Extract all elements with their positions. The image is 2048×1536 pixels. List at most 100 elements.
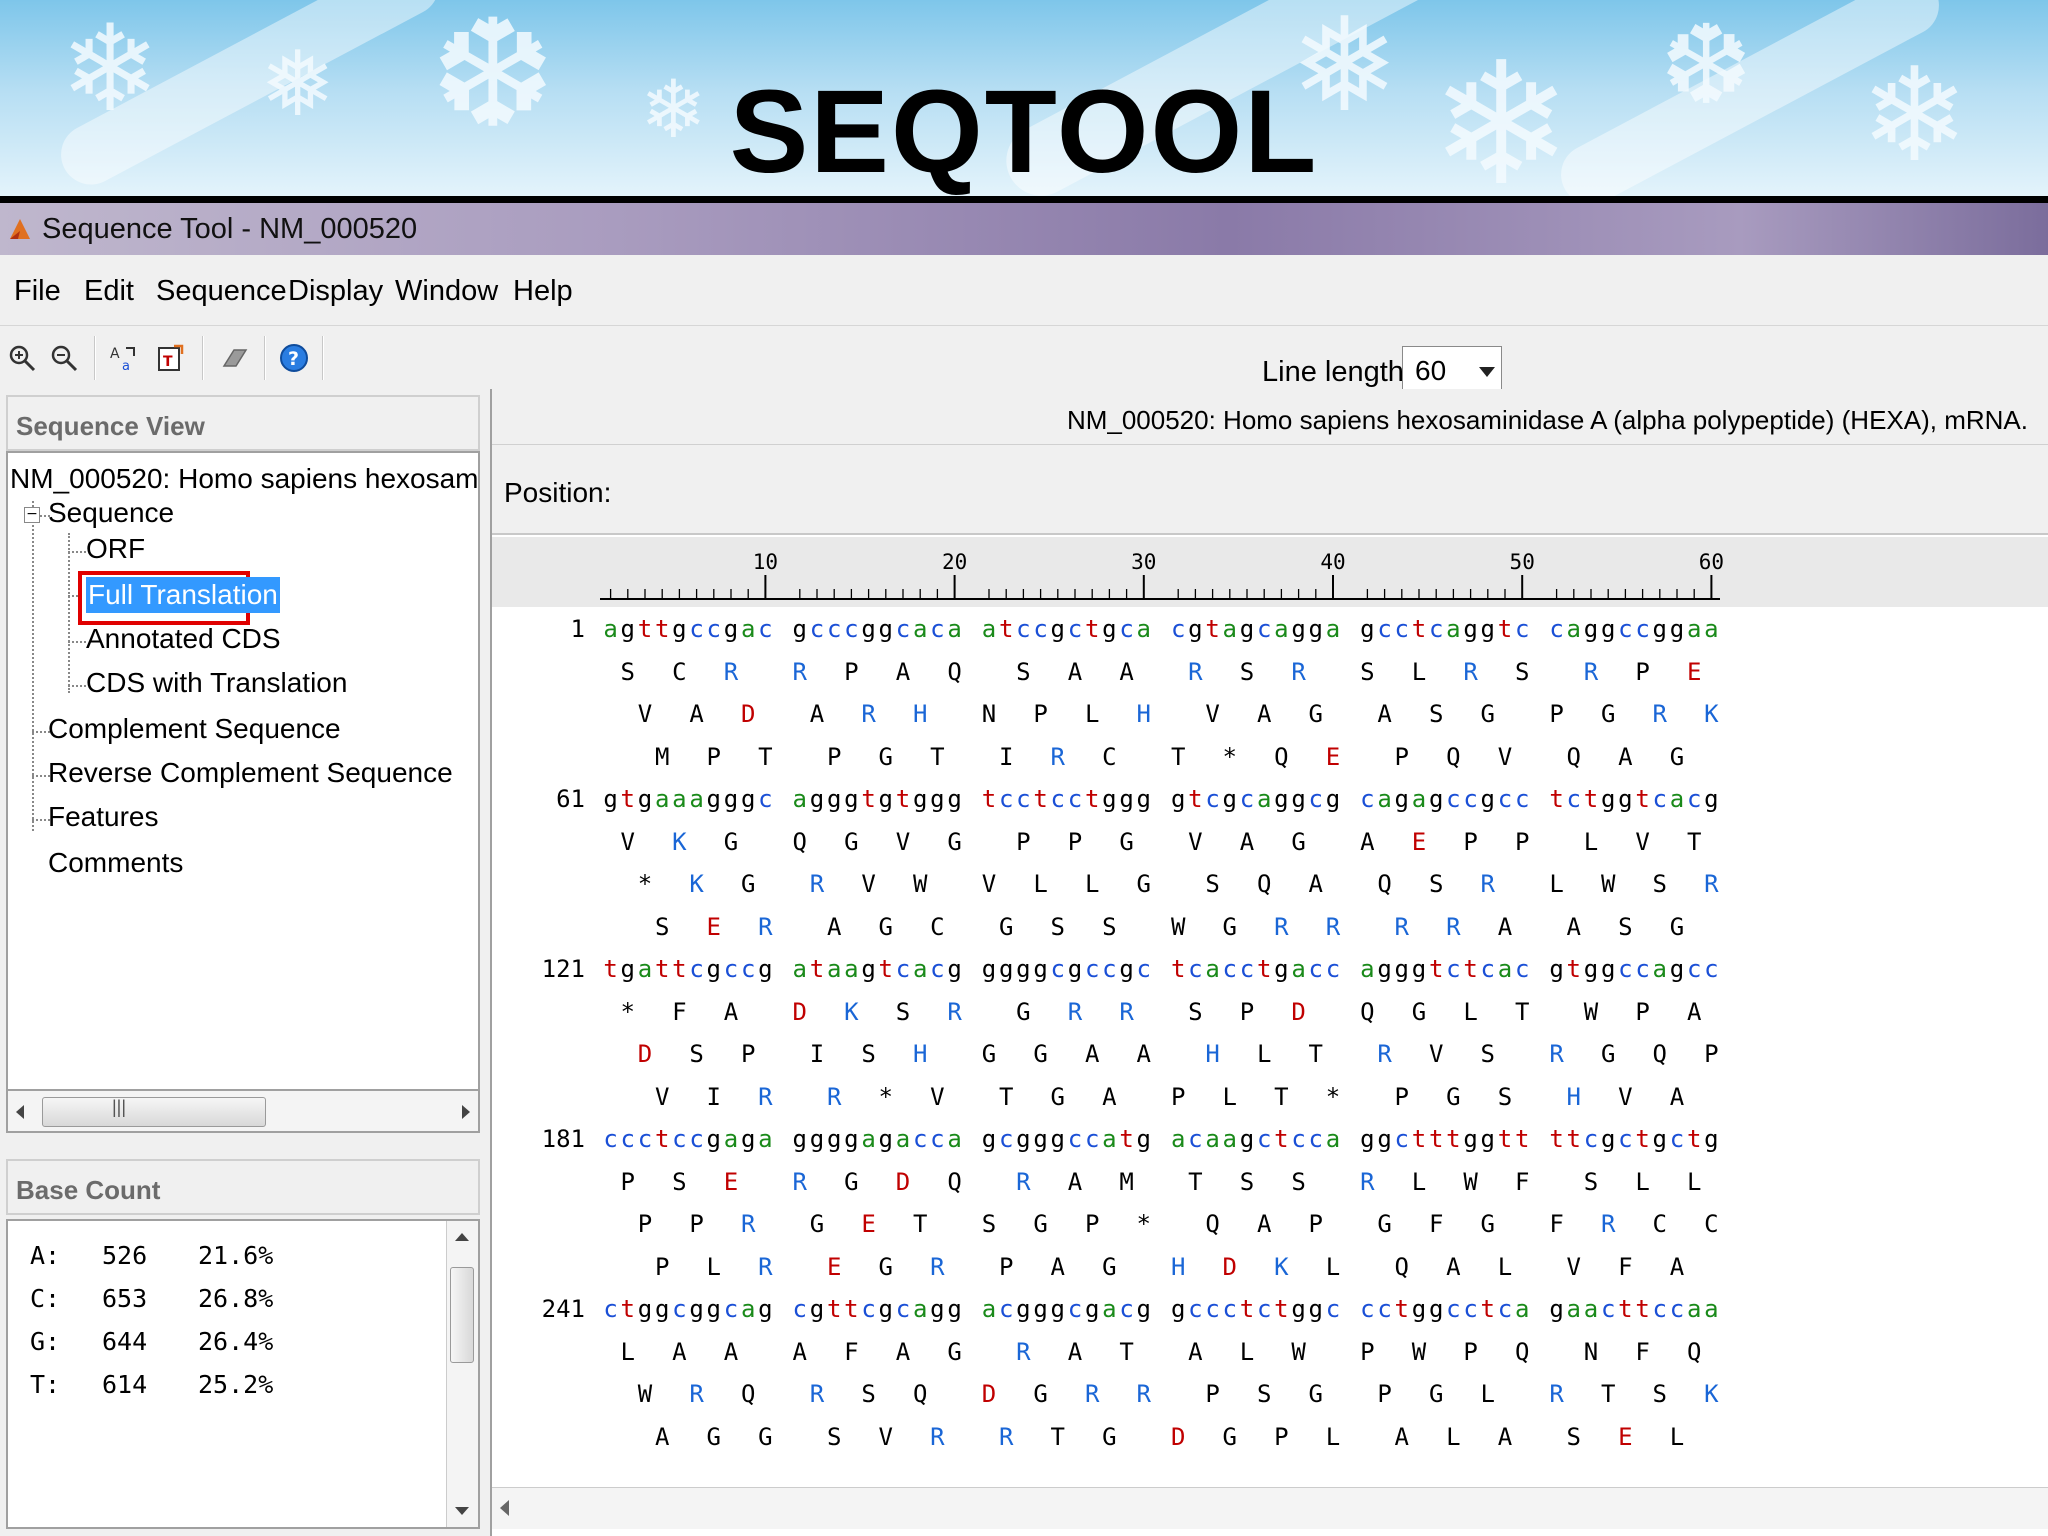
collapse-icon[interactable]: − xyxy=(24,507,40,523)
amino-acid: S xyxy=(1239,1167,1255,1196)
translation-frame-2[interactable]: DSPISHGGAAHLTRVSRGQP xyxy=(492,1040,2048,1076)
amino-acid: G xyxy=(1308,700,1323,728)
nucleotide: c xyxy=(1084,1125,1100,1153)
translation-frame-1[interactable]: LAAAFAGRATALWPWPQNFQ xyxy=(492,1338,2048,1374)
amino-acid: A xyxy=(723,1337,739,1366)
sequence-text-area[interactable]: 1agttgccgacgcccggcacaatccgctgcacgtagcagg… xyxy=(492,607,2048,1487)
amino-acid: G xyxy=(809,1210,825,1238)
amino-acid: V xyxy=(637,700,653,728)
amino-acid: R xyxy=(1067,997,1083,1026)
amino-acid: R xyxy=(1325,912,1341,941)
line-length-select[interactable]: 60 xyxy=(1402,346,1502,394)
translation-frame-2[interactable]: WRQRSQDGRRPSGPGLRTSK xyxy=(492,1380,2048,1416)
amino-acid: Q xyxy=(1205,1210,1220,1238)
nucleotide: g xyxy=(1239,1125,1255,1153)
eraser-icon[interactable] xyxy=(216,340,252,376)
menu-help[interactable]: Help xyxy=(513,275,573,308)
translation-frame-1[interactable]: VKGQGVGPPGVAGAEPPLVT xyxy=(492,828,2048,864)
nucleotide: g xyxy=(1102,615,1117,643)
amino-acid: K xyxy=(1704,1380,1719,1408)
nucleotide: a xyxy=(1325,1125,1341,1153)
tree-features[interactable]: Features xyxy=(48,801,159,833)
amino-acid: R xyxy=(792,657,807,686)
nucleotide: a xyxy=(740,1295,756,1323)
menu-file[interactable]: File xyxy=(14,275,61,308)
nucleotide: t xyxy=(1274,1295,1289,1323)
tree-orf[interactable]: ORF xyxy=(86,533,145,565)
nucleotide: t xyxy=(654,615,670,643)
amino-acid: P xyxy=(1308,1210,1323,1238)
translate-icon[interactable]: Aa xyxy=(106,340,142,376)
scroll-thumb[interactable] xyxy=(42,1097,266,1127)
dna-row[interactable]: 1agttgccgacgcccggcacaatccgctgcacgtagcagg… xyxy=(492,615,2048,651)
dna-row[interactable]: 61 g t g a a a g g g c a g g g t g t g g g t c c t c c t g g g g t c g c a g g… xyxy=(492,785,2048,821)
dna-row[interactable]: 241 c t g g c g g c a g c g t t c g c a g g a c g g g c g a c g g c c c t c t… xyxy=(492,1295,2048,1331)
menu-sequence[interactable]: Sequence xyxy=(156,275,287,308)
scroll-down-icon[interactable] xyxy=(455,1507,469,1515)
amino-acid: N xyxy=(981,700,997,728)
menu-edit[interactable]: Edit xyxy=(84,275,134,308)
tree-comments[interactable]: Comments xyxy=(48,847,183,879)
scroll-left-icon[interactable] xyxy=(500,1500,509,1516)
nucleotide: g xyxy=(1050,615,1065,643)
translation-frame-1[interactable]: * F A D K S R G R R S P D Q G L T W P A xyxy=(492,998,2048,1034)
menu-display[interactable]: Display xyxy=(288,275,383,308)
sequence-horizontal-scrollbar[interactable] xyxy=(492,1487,2048,1529)
nucleotide: c xyxy=(723,1295,739,1323)
help-icon[interactable]: ? xyxy=(276,340,312,376)
export-icon[interactable]: T xyxy=(152,340,188,376)
translation-frame-3[interactable]: AGGSVRRTGDGPLALASEL xyxy=(492,1423,2048,1459)
tree-reverse-complement[interactable]: Reverse Complement Sequence xyxy=(48,757,453,789)
base-count-row: G: 644 26.4% xyxy=(30,1327,273,1356)
nucleotide: a xyxy=(1704,615,1719,643)
amino-acid: R xyxy=(1583,657,1599,686)
amino-acid: G xyxy=(878,1252,893,1281)
nucleotide: a xyxy=(672,785,687,813)
tree-annotated-cds[interactable]: Annotated CDS xyxy=(86,623,281,655)
tree-full-translation[interactable]: Full Translation xyxy=(86,577,280,613)
nucleotide: g xyxy=(1050,1125,1065,1153)
translation-frame-1[interactable]: PSERGDQRAMTSSRLWFSLL xyxy=(492,1168,2048,1204)
scroll-right-icon[interactable] xyxy=(462,1105,470,1119)
translation-frame-1[interactable]: SCRRPAQSAARSRSLRSRPE xyxy=(492,658,2048,694)
amino-acid: S xyxy=(689,1040,704,1068)
amino-acid: F xyxy=(1428,1210,1444,1238)
nucleotide: g xyxy=(1067,955,1083,983)
translation-frame-2[interactable]: * K G R V W V L L G S Q A Q S R L W S R xyxy=(492,870,2048,906)
translation-frame-2[interactable]: VADARHNPLHVAGASGPGRK xyxy=(492,700,2048,736)
nucleotide: t xyxy=(1463,955,1478,983)
base-count-vertical-scrollbar[interactable] xyxy=(446,1221,478,1527)
amino-acid: P xyxy=(1274,1422,1289,1451)
tree-cds-with-translation[interactable]: CDS with Translation xyxy=(86,667,347,699)
amino-acid: P xyxy=(844,657,859,686)
nucleotide: c xyxy=(1325,955,1341,983)
amino-acid: L xyxy=(1583,827,1599,856)
window-titlebar[interactable]: Sequence Tool - NM_000520 xyxy=(0,203,2048,255)
scroll-up-icon[interactable] xyxy=(455,1233,469,1241)
nucleotide: a xyxy=(981,615,997,643)
translation-frame-3[interactable]: SERAGCGSSWGRRRRAASG xyxy=(492,913,2048,949)
tree-complement-sequence[interactable]: Complement Sequence xyxy=(48,713,341,745)
svg-text:a: a xyxy=(122,359,130,374)
translation-frame-2[interactable]: P P R G E T S G P * Q A P G F G F R C C xyxy=(492,1210,2048,1246)
translation-frame-3[interactable]: V I R R * V T G A P L T * P G S H V A xyxy=(492,1083,2048,1119)
zoom-out-icon[interactable] xyxy=(46,340,82,376)
zoom-in-icon[interactable] xyxy=(4,340,40,376)
tree-sequence[interactable]: Sequence xyxy=(48,497,174,529)
translation-frame-3[interactable]: M P T P G T I R C T * Q E P Q V Q A G xyxy=(492,743,2048,779)
nucleotide: a xyxy=(1205,1125,1220,1153)
nucleotide: c xyxy=(1463,785,1478,813)
scroll-left-icon[interactable] xyxy=(16,1105,24,1119)
dna-row[interactable]: 181 c c c t c c g a g a g g g g a g a c c a g c g g g c c a t g a c a a g c t… xyxy=(492,1125,2048,1161)
tree-horizontal-scrollbar[interactable]: ||| xyxy=(6,1091,480,1133)
amino-acid: C xyxy=(930,912,945,941)
tree-root[interactable]: NM_000520: Homo sapiens hexosaminidase A xyxy=(10,463,478,495)
base-count-value: 653 xyxy=(102,1284,148,1313)
scroll-thumb[interactable] xyxy=(450,1267,474,1363)
amino-acid: D xyxy=(740,700,756,728)
menu-window[interactable]: Window xyxy=(395,275,498,308)
amino-acid: L xyxy=(1669,1422,1685,1451)
dna-row[interactable]: 121 t g a t t c g c c g a t a a g t c a c g g g g g c g c c g c t c a c c t g… xyxy=(492,955,2048,991)
translation-frame-3[interactable]: PLREGRPAGHDKLQALVFA xyxy=(492,1253,2048,1289)
amino-acid: E xyxy=(1686,657,1702,686)
